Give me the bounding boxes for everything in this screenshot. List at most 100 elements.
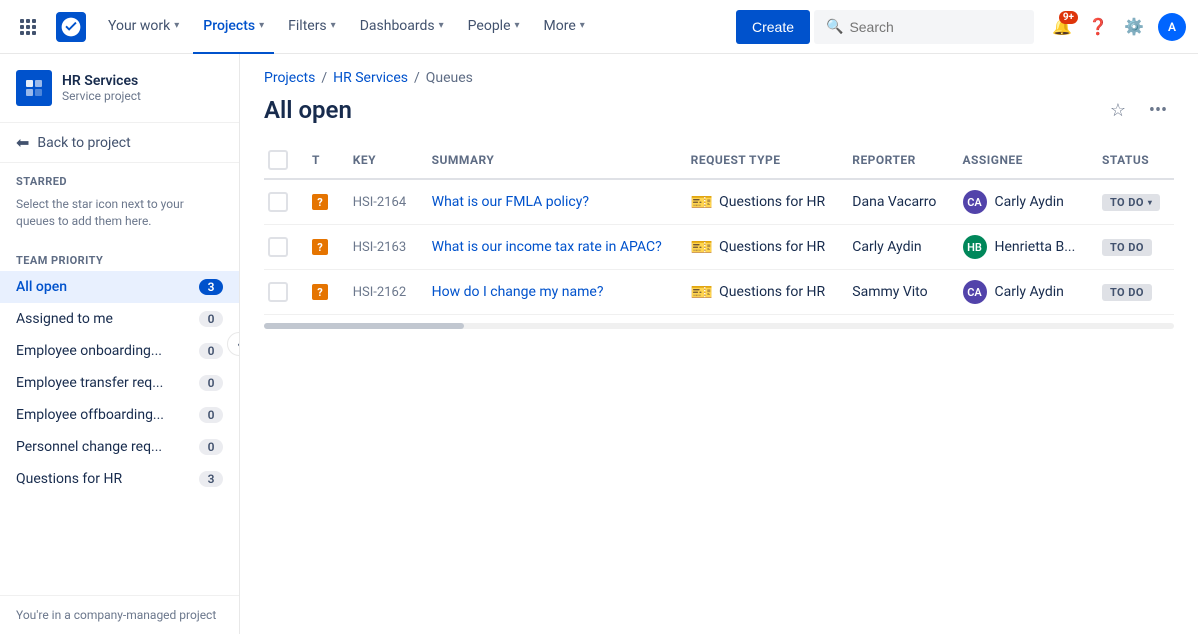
assignee-name: Carly Aydin <box>995 284 1064 300</box>
nav-more[interactable]: More ▾ <box>534 0 595 54</box>
scrollbar-thumb[interactable] <box>264 323 464 329</box>
nav-your-work[interactable]: Your work ▾ <box>98 0 189 54</box>
issue-type-icon: ? <box>312 284 328 300</box>
row-type-cell: ? <box>300 270 341 315</box>
assignee-avatar: HB <box>963 235 987 259</box>
col-assignee: Assignee <box>951 142 1090 179</box>
sidebar-item-label: Assigned to me <box>16 311 113 327</box>
avatar[interactable]: A <box>1158 13 1186 41</box>
sidebar-item-count: 0 <box>199 407 223 423</box>
sidebar-item-count: 0 <box>199 343 223 359</box>
request-type: 🎫 Questions for HR <box>691 237 829 258</box>
col-checkbox <box>264 142 300 179</box>
more-options-button[interactable]: ••• <box>1142 94 1174 126</box>
sidebar-item-questions-for-hr[interactable]: Questions for HR 3 <box>0 463 239 495</box>
issue-key[interactable]: HSI-2162 <box>353 285 406 300</box>
select-all-checkbox[interactable] <box>268 150 288 170</box>
sidebar-item-assigned-to-me[interactable]: Assigned to me 0 <box>0 303 239 335</box>
starred-hint: Select the star icon next to your queues… <box>0 192 239 242</box>
row-checkbox[interactable] <box>268 237 288 257</box>
sidebar-item-label: Questions for HR <box>16 471 122 487</box>
assignee: HB Henrietta B... <box>963 235 1078 259</box>
issue-summary[interactable]: How do I change my name? <box>432 284 604 300</box>
project-type: Service project <box>62 89 141 103</box>
row-reporter-cell: Sammy Vito <box>840 270 950 315</box>
sidebar-item-personnel-change-req[interactable]: Personnel change req... 0 <box>0 431 239 463</box>
sidebar-project-header: HR Services Service project <box>0 54 239 123</box>
back-icon: ⬅ <box>16 133 29 152</box>
col-request-type: Request Type <box>679 142 841 179</box>
dashboards-chevron: ▾ <box>439 20 444 31</box>
settings-button[interactable]: ⚙️ <box>1118 11 1150 43</box>
row-reporter-cell: Dana Vacarro <box>840 179 950 225</box>
col-key: Key <box>341 142 420 179</box>
reporter-name: Sammy Vito <box>852 284 927 300</box>
nav-projects[interactable]: Projects ▾ <box>193 0 274 54</box>
sidebar-item-label: All open <box>16 279 67 295</box>
sidebar-item-all-open[interactable]: All open 3 <box>0 271 239 303</box>
app-logo[interactable] <box>56 12 86 42</box>
search-input[interactable] <box>849 19 1009 35</box>
grid-menu-icon[interactable] <box>12 11 44 43</box>
sidebar-item-count: 0 <box>199 439 223 455</box>
project-avatar <box>16 70 52 106</box>
row-checkbox[interactable] <box>268 282 288 302</box>
issue-summary[interactable]: What is our FMLA policy? <box>432 194 589 210</box>
nav-people[interactable]: People ▾ <box>458 0 530 54</box>
row-request-type-cell: 🎫 Questions for HR <box>679 270 841 315</box>
row-assignee-cell: CA Carly Aydin <box>951 270 1090 315</box>
row-key-cell: HSI-2162 <box>341 270 420 315</box>
create-button[interactable]: Create <box>736 10 810 44</box>
filters-chevron: ▾ <box>331 20 336 31</box>
more-chevron: ▾ <box>580 20 585 31</box>
row-type-cell: ? <box>300 179 341 225</box>
sidebar-footer: You're in a company-managed project <box>0 595 239 634</box>
issues-table-wrap: T Key Summary Request Type Reporter Assi… <box>240 142 1198 315</box>
main-content: Projects / HR Services / Queues All open… <box>240 54 1198 634</box>
starred-section-label: STARRED <box>0 163 239 192</box>
back-to-project-button[interactable]: ⬅ Back to project <box>0 123 239 163</box>
col-reporter: Reporter <box>840 142 950 179</box>
breadcrumb-projects[interactable]: Projects <box>264 70 315 86</box>
table-row: ? HSI-2163 What is our income tax rate i… <box>264 225 1174 270</box>
search-bar[interactable]: 🔍 <box>814 10 1034 44</box>
status-badge[interactable]: TO DO ▾ <box>1102 194 1160 211</box>
issue-key[interactable]: HSI-2163 <box>353 240 406 255</box>
top-navigation: Your work ▾ Projects ▾ Filters ▾ Dashboa… <box>0 0 1198 54</box>
page-title: All open <box>264 96 352 124</box>
assignee-avatar: CA <box>963 280 987 304</box>
your-work-chevron: ▾ <box>174 20 179 31</box>
help-button[interactable]: ❓ <box>1082 11 1114 43</box>
notifications-button[interactable]: 🔔 9+ <box>1046 11 1078 43</box>
request-type-icon: 🎫 <box>691 192 713 213</box>
row-assignee-cell: HB Henrietta B... <box>951 225 1090 270</box>
projects-chevron: ▾ <box>259 20 264 31</box>
nav-dashboards[interactable]: Dashboards ▾ <box>350 0 454 54</box>
row-checkbox[interactable] <box>268 192 288 212</box>
issue-summary[interactable]: What is our income tax rate in APAC? <box>432 239 662 255</box>
sidebar-items-list: All open 3 Assigned to me 0 Employee onb… <box>0 271 239 495</box>
status-badge[interactable]: TO DO <box>1102 239 1152 256</box>
nav-filters[interactable]: Filters ▾ <box>278 0 346 54</box>
star-button[interactable]: ☆ <box>1102 94 1134 126</box>
scrollbar-track[interactable] <box>264 323 1174 329</box>
assignee-name: Henrietta B... <box>995 239 1076 255</box>
issue-key[interactable]: HSI-2164 <box>353 195 406 210</box>
issues-table: T Key Summary Request Type Reporter Assi… <box>264 142 1174 315</box>
row-checkbox-cell <box>264 270 300 315</box>
status-badge[interactable]: TO DO <box>1102 284 1152 301</box>
col-summary: Summary <box>420 142 679 179</box>
row-key-cell: HSI-2163 <box>341 225 420 270</box>
sidebar-item-employee-onboarding[interactable]: Employee onboarding... 0 <box>0 335 239 367</box>
col-type: T <box>300 142 341 179</box>
breadcrumb-hr-services[interactable]: HR Services <box>333 70 408 86</box>
status-dropdown-arrow: ▾ <box>1148 198 1152 207</box>
reporter-name: Dana Vacarro <box>852 194 936 210</box>
assignee: CA Carly Aydin <box>963 280 1078 304</box>
request-type-label: Questions for HR <box>719 239 825 255</box>
sidebar-item-employee-transfer-req[interactable]: Employee transfer req... 0 <box>0 367 239 399</box>
project-name: HR Services <box>62 73 141 90</box>
sidebar-item-employee-offboarding[interactable]: Employee offboarding... 0 <box>0 399 239 431</box>
topnav-icons: 🔔 9+ ❓ ⚙️ A <box>1046 11 1186 43</box>
request-type: 🎫 Questions for HR <box>691 282 829 303</box>
